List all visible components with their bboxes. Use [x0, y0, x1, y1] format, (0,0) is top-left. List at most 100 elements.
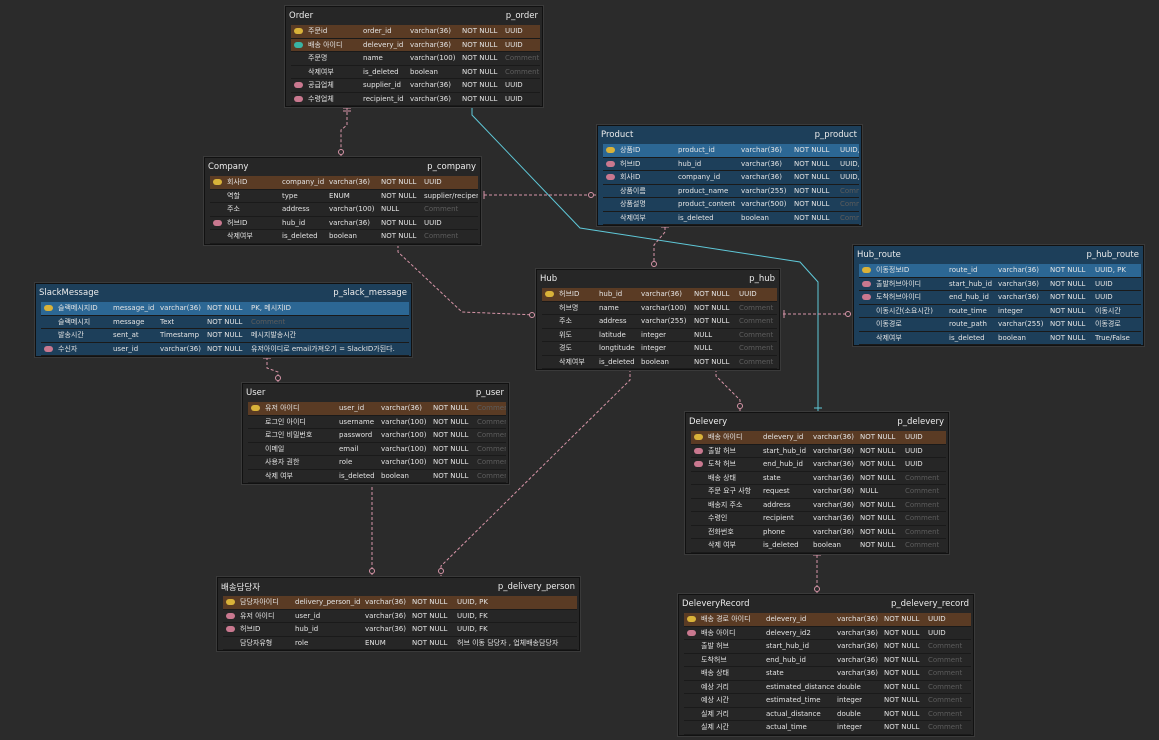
table-row[interactable]: 출발 허브 start_hub_id varchar(36) NOT NULL UUID	[691, 445, 946, 458]
table-row[interactable]: 허브명 name varchar(100) NOT NULL Comment	[542, 302, 777, 315]
table-row[interactable]: 출발 허브 start_hub_id varchar(36) NOT NULL Comm…	[684, 640, 971, 654]
logical-name: 수신자	[58, 344, 78, 353]
table-row[interactable]: 배송 아이디 delevery_id2 varchar(36) NOT NULL UUI…	[684, 627, 971, 640]
comment: UUID	[905, 446, 923, 455]
table-row[interactable]: 수신자 user_id varchar(36) NOT NULL 유저아이디로 emai…	[41, 343, 409, 356]
table-name: SlackMessage	[39, 288, 99, 298]
table-header[interactable]: User p_user	[243, 384, 508, 402]
data-type: varchar(100)	[410, 54, 456, 63]
table-row[interactable]: 수령인 recipient varchar(36) NOT NULL Comment	[691, 512, 946, 526]
table-row[interactable]: 상품ID product_id varchar(36) NOT NULL UUID, P…	[603, 144, 859, 158]
table-delivery-person[interactable]: 배송담당자 p_delivery_person 담당자아이디 delivery_per…	[217, 577, 580, 651]
comment: Comment	[928, 669, 963, 678]
comment: Comment	[905, 473, 940, 482]
table-row[interactable]: 유저 아이디 user_id varchar(36) NOT NULL UUID, FK	[223, 610, 577, 623]
table-delevery-record[interactable]: DeleveryRecord p_delevery_record 배송 경로 아이디…	[678, 594, 974, 736]
table-row[interactable]: 삭제 여부 is_deleted boolean NOT NULL Comment	[691, 539, 946, 553]
table-row[interactable]: 예상 거리 estimated_distance double NOT NULL Com…	[684, 681, 971, 694]
table-row[interactable]: 배송 경로 아이디 delevery_id varchar(36) NOT NULL U…	[684, 613, 971, 627]
table-row[interactable]: 수령업체 recipient_id varchar(36) NOT NULL UUID	[291, 93, 540, 106]
table-hub[interactable]: Hub p_hub 허브ID hub_id varchar(36) NOT NULL UUI…	[536, 269, 780, 370]
table-row[interactable]: 담당자유형 role ENUM NOT NULL 허브 이동 담당자 , 업체배송담당자	[223, 637, 577, 650]
table-row[interactable]: 유저 아이디 user_id varchar(36) NOT NULL Comment	[248, 402, 506, 416]
table-product[interactable]: Product p_product 상품ID product_id varchar(36…	[597, 125, 862, 226]
table-row[interactable]: 로그인 아이디 username varchar(100) NOT NULL Comme…	[248, 416, 506, 429]
comment: Comment	[928, 655, 963, 664]
table-row[interactable]: 실제 거리 actual_distance double NOT NULL Commen…	[684, 708, 971, 721]
foreign-key-icon	[43, 345, 53, 352]
table-row[interactable]: 전화번호 phone varchar(36) NOT NULL Comment	[691, 526, 946, 539]
table-row[interactable]: 담당자아이디 delivery_person_id varchar(36) NOT N…	[223, 596, 577, 610]
table-row[interactable]: 상품설명 product_content varchar(500) NOT NULL C…	[603, 198, 859, 212]
table-row[interactable]: 공급업체 supplier_id varchar(36) NOT NULL UUID	[291, 79, 540, 93]
table-row[interactable]: 배송 상태 state varchar(36) NOT NULL Comment	[691, 472, 946, 485]
table-row[interactable]: 삭제여부 is_deleted boolean NOT NULL Comment	[210, 230, 478, 244]
comment: Comment	[840, 200, 859, 209]
table-row[interactable]: 출발허브아이디 start_hub_id varchar(36) NOT NULL UU…	[859, 278, 1141, 291]
table-row[interactable]: 허브ID hub_id varchar(36) NOT NULL UUID	[542, 288, 777, 302]
comment: Comment	[928, 709, 963, 718]
table-row[interactable]: 경도 longtitude integer NULL Comment	[542, 342, 777, 356]
table-row[interactable]: 회사ID company_id varchar(36) NOT NULL UUID, F…	[603, 171, 859, 185]
table-row[interactable]: 주소 address varchar(255) NOT NULL Comment	[542, 315, 777, 329]
unique-key-icon	[293, 41, 303, 48]
table-row[interactable]: 회사ID company_id varchar(36) NOT NULL UUID	[210, 176, 478, 190]
table-row[interactable]: 배송 아이디 delevery_id varchar(36) NOT NULL UUID	[291, 38, 540, 52]
table-row[interactable]: 배송 아이디 delevery_id varchar(36) NOT NULL UUID	[691, 431, 946, 445]
table-row[interactable]: 허브ID hub_id varchar(36) NOT NULL UUID, FK	[223, 623, 577, 637]
table-row[interactable]: 이동정보ID route_id varchar(36) NOT NULL UUID, P…	[859, 264, 1141, 278]
table-user[interactable]: User p_user 유저 아이디 user_id varchar(36) NOT NU…	[242, 383, 509, 484]
table-row[interactable]: 주문명 name varchar(100) NOT NULL Comment	[291, 52, 540, 66]
foreign-key-icon	[605, 174, 615, 181]
table-header[interactable]: Hub p_hub	[537, 270, 779, 288]
table-row[interactable]: 슬랙메시지ID message_id varchar(36) NOT NULL PK, …	[41, 302, 409, 316]
table-row[interactable]: 발송시간 sent_at Timestamp NOT NULL 메시지발송시간	[41, 329, 409, 343]
table-row[interactable]: 로그인 비밀번호 password varchar(100) NOT NULL Comm…	[248, 429, 506, 443]
data-type: varchar(36)	[813, 527, 854, 536]
table-row[interactable]: 상품이름 product_name varchar(255) NOT NULL Comm…	[603, 185, 859, 198]
table-company[interactable]: Company p_company 회사ID company_id varchar(36…	[204, 157, 481, 245]
table-row[interactable]: 배송 상태 state varchar(36) NOT NULL Comment	[684, 667, 971, 681]
table-row[interactable]: 이동시간(소요시간) route_time integer NOT NULL 이동시간	[859, 305, 1141, 318]
table-row[interactable]: 위도 latitude integer NULL Comment	[542, 329, 777, 342]
table-hub-route[interactable]: Hub_route p_hub_route 이동정보ID route_id varcha…	[853, 245, 1144, 346]
table-row[interactable]: 삭제여부 is_deleted boolean NOT NULL True/False	[859, 332, 1141, 345]
table-row[interactable]: 슬랙메시지 message Text NOT NULL Comment	[41, 316, 409, 329]
table-slack[interactable]: SlackMessage p_slack_message 슬랙메시지ID messag…	[35, 283, 412, 357]
table-row[interactable]: 주소 address varchar(100) NULL Comment	[210, 203, 478, 217]
table-delevery[interactable]: Delevery p_delevery 배송 아이디 delevery_id varch…	[685, 412, 949, 554]
data-type: integer	[837, 723, 863, 732]
table-row[interactable]: 이메일 email varchar(100) NOT NULL Comment	[248, 443, 506, 456]
table-row[interactable]: 배송지 주소 address varchar(36) NOT NULL Comment	[691, 499, 946, 512]
table-row[interactable]: 이동경로 route_path varchar(255) NOT NULL 이동경로	[859, 318, 1141, 332]
table-row[interactable]: 삭제여부 is_deleted boolean NOT NULL Comment	[542, 356, 777, 369]
data-type: integer	[641, 330, 667, 339]
table-header[interactable]: SlackMessage p_slack_message	[36, 284, 411, 302]
table-row[interactable]: 도착 허브 end_hub_id varchar(36) NOT NULL UUID	[691, 458, 946, 472]
table-row[interactable]: 허브ID hub_id varchar(36) NOT NULL UUID	[210, 217, 478, 230]
table-row[interactable]: 실제 시간 actual_time integer NOT NULL Comment	[684, 721, 971, 735]
table-header[interactable]: Hub_route p_hub_route	[854, 246, 1143, 264]
table-order[interactable]: Order p_order 주문id order_id varchar(36) NOT N…	[285, 6, 543, 107]
data-type: double	[837, 709, 861, 718]
table-header[interactable]: Product p_product	[598, 126, 861, 144]
table-row[interactable]: 삭제여부 is_deleted boolean NOT NULL Comment	[603, 212, 859, 225]
table-header[interactable]: Company p_company	[205, 158, 480, 176]
table-row[interactable]: 허브ID hub_id varchar(36) NOT NULL UUID, FK	[603, 158, 859, 171]
key-cell	[684, 616, 698, 623]
table-row[interactable]: 주문id order_id varchar(36) NOT NULL UUID	[291, 25, 540, 39]
table-row[interactable]: 사용자 권한 role varchar(100) NOT NULL Comment	[248, 456, 506, 470]
table-row[interactable]: 도착허브아이디 end_hub_id varchar(36) NOT NULL UUID	[859, 291, 1141, 305]
table-row[interactable]: 주문 요구 사항 request varchar(36) NULL Comment	[691, 485, 946, 499]
column-name: is_deleted	[678, 213, 714, 222]
table-row[interactable]: 삭제여부 is_deleted boolean NOT NULL Comment	[291, 66, 540, 79]
table-row[interactable]: 예상 시간 estimated_time integer NOT NULL Commen…	[684, 694, 971, 708]
table-header[interactable]: DeleveryRecord p_delevery_record	[679, 595, 973, 613]
table-row[interactable]: 도착허브 end_hub_id varchar(36) NOT NULL Comment	[684, 654, 971, 667]
table-header[interactable]: Delevery p_delevery	[686, 413, 948, 431]
table-row[interactable]: 역할 type ENUM NOT NULL supplier/recipent	[210, 190, 478, 203]
table-row[interactable]: 삭제 여부 is_deleted boolean NOT NULL Comment	[248, 470, 506, 483]
nullability: NOT NULL	[860, 460, 896, 469]
table-header[interactable]: 배송담당자 p_delivery_person	[218, 578, 579, 596]
table-header[interactable]: Order p_order	[286, 7, 542, 25]
